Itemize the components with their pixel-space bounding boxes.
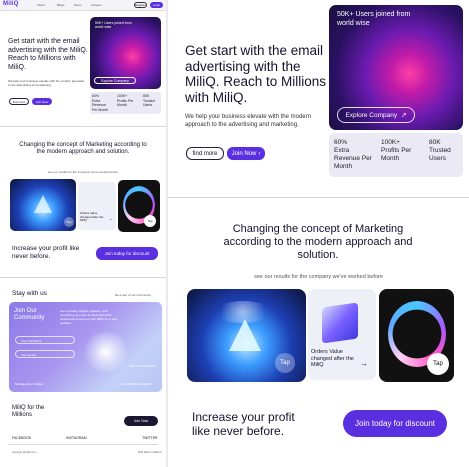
divider xyxy=(0,126,166,127)
find-more-button-small[interactable]: find more xyxy=(9,98,29,105)
footer-join-now-button[interactable]: Join Now xyxy=(124,416,158,426)
hero-subtitle-small: We help your business elevate with the m… xyxy=(8,79,85,87)
ring-card: Tap xyxy=(379,289,454,382)
ring-card-small: Tap xyxy=(118,180,160,232)
decorative-glow xyxy=(81,332,131,372)
stat-users: 80K Trusted Users xyxy=(429,139,451,162)
crystal-card: Tap xyxy=(187,289,306,382)
concept-subtitle: see our results for the company we've wo… xyxy=(254,274,383,280)
arrow-right-icon: → xyxy=(108,216,113,222)
concept-title: Changing the concept of Marketing accord… xyxy=(223,223,413,261)
find-more-button[interactable]: find more xyxy=(186,147,224,160)
stat-revenue: 60% Extra Revenue Per Month xyxy=(334,139,372,170)
hero-card-text: 50K+ Users joined from world wise xyxy=(337,11,411,27)
nav-link-blogs[interactable]: Blogs xyxy=(57,3,65,7)
footer-brand-title: MiliQ for the Millions xyxy=(12,405,45,418)
chevron-right-icon: › xyxy=(258,150,261,157)
arrow-up-right-icon: ↗ xyxy=(401,112,407,119)
tap-button-small-1[interactable]: Tap xyxy=(64,217,74,227)
brand-logo[interactable]: MiliQ xyxy=(3,1,19,7)
explore-company-button-small[interactable]: Explore Company xyxy=(94,77,136,84)
crystal-shape xyxy=(229,319,261,351)
nav-link-team[interactable]: Team xyxy=(74,3,81,7)
explore-company-button[interactable]: Explore Company ↗ xyxy=(337,107,415,123)
hero-card-text-small: 50K+ Users joined from world wise xyxy=(95,21,132,29)
crystal-shape-small xyxy=(34,195,52,213)
hero-subtitle: We help your business elevate with the m… xyxy=(185,114,311,128)
profit-title-small: Increase your profit like never before. xyxy=(12,245,80,260)
profit-title: Increase your profit like never before. xyxy=(192,410,295,438)
hero-card: 50K+ Users joined from world wise Explor… xyxy=(329,5,463,130)
page-thumbnail: MiliQ About Blogs Team Careers Register … xyxy=(0,0,166,467)
arrow-right-icon: → xyxy=(360,359,368,368)
concept-subtitle-small: see our results for the company we've wo… xyxy=(47,170,119,174)
login-button[interactable]: Login xyxy=(150,2,163,8)
register-button[interactable]: Register xyxy=(134,2,147,8)
email-input[interactable]: Your Email xyxy=(15,350,75,358)
footer-twitter-link[interactable]: TWITTER xyxy=(142,436,158,440)
zoomed-preview: Get start with the email advertising wit… xyxy=(168,0,469,467)
hero-card-small: 50K+ Users joined from world wise Explor… xyxy=(90,17,161,89)
divider xyxy=(8,444,158,445)
community-footer-right: 100+ JOINED ALREADY xyxy=(119,382,153,386)
screenshot-canvas: MiliQ About Blogs Team Careers Register … xyxy=(0,0,469,467)
nav-link-careers[interactable]: Careers xyxy=(91,3,102,7)
crystal-card-small: Tap xyxy=(10,179,76,231)
orders-card-small: Orders Value changed after the MiliQ → xyxy=(78,182,116,230)
community-footer-left: Managed from Miliqs xyxy=(15,382,43,386)
footer-facebook-link[interactable]: FACEBOOK xyxy=(12,436,31,440)
full-name-input[interactable]: Your Full Name xyxy=(15,336,75,344)
join-today-discount-button[interactable]: Join today for discount xyxy=(343,410,447,437)
hero-title: Get start with the email advertising wit… xyxy=(185,43,327,105)
stay-side-text: Be a part of our community xyxy=(115,293,152,297)
tap-button-small-2[interactable]: Tap xyxy=(144,215,156,227)
tap-button-2[interactable]: Tap xyxy=(427,353,449,375)
stat-small-1: 60% Extra Revenue Per Month xyxy=(92,94,109,112)
orders-text-small: Orders Value changed after the MiliQ xyxy=(80,211,104,223)
join-now-button-small[interactable]: Join Now xyxy=(32,98,52,105)
stats-panel: 60% Extra Revenue Per Month 100K+ Profits … xyxy=(329,133,463,177)
footer-instagram-link[interactable]: INSTAGRAM xyxy=(66,436,87,440)
nav-link-about[interactable]: About xyxy=(37,3,45,7)
stat-small-3: 80K Trusted Users xyxy=(143,94,155,108)
prism-shape xyxy=(322,302,358,344)
stat-small-2: 100K+ Profits Per Month xyxy=(117,94,134,108)
stats-panel-small: 60% Extra Revenue Per Month 100K+ Profits … xyxy=(90,92,161,114)
concept-title-small: Changing the concept of Marketing accord… xyxy=(19,142,147,155)
hero-title-small: Get start with the email advertising wit… xyxy=(8,38,88,71)
stat-profits: 100K+ Profits Per Month xyxy=(381,139,412,162)
tap-button-1[interactable]: Tap xyxy=(275,353,295,373)
community-text: Get a weekly insights, updates, and ever… xyxy=(60,309,118,325)
top-nav: MiliQ About Blogs Team Careers Register … xyxy=(0,0,166,11)
community-card: Join Our Community Get a weekly insights… xyxy=(9,302,162,392)
credit-text: Bold Made in Millions xyxy=(138,451,162,454)
stay-title: Stay with us xyxy=(12,290,48,297)
community-users: 100+ Joined Already xyxy=(129,364,157,368)
divider xyxy=(168,197,469,198)
join-now-button[interactable]: Join Now › xyxy=(227,147,265,160)
copyright-text: copyright @miliq.co.in xyxy=(12,451,37,454)
orders-card: Orders Value changed after the MiliQ → xyxy=(308,289,376,380)
community-title: Join Our Community xyxy=(14,308,45,321)
discount-button-small[interactable]: Join today for discount xyxy=(96,247,158,260)
divider xyxy=(0,277,166,278)
orders-text: Orders Value changed after the MiliQ xyxy=(311,349,354,368)
